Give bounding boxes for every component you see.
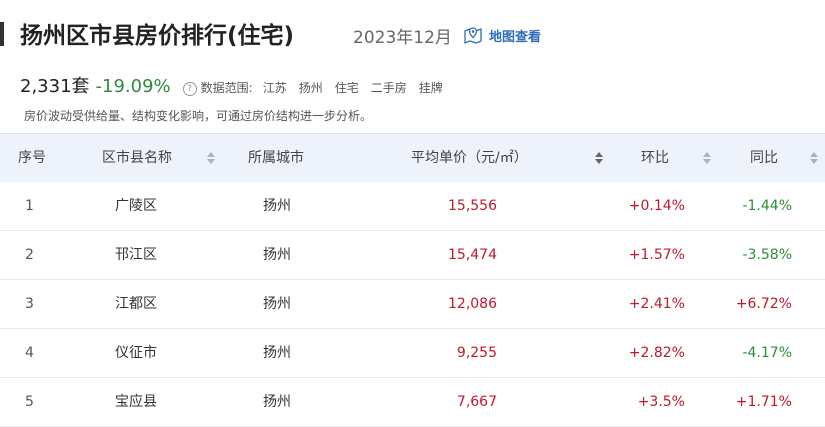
- scope-property-type: 住宅: [334, 81, 359, 95]
- city-name: 扬州: [263, 345, 291, 361]
- yoy-change: +1.71%: [735, 394, 792, 410]
- map-view-link[interactable]: 地图查看: [463, 25, 541, 45]
- ranking-table: 序号 区市县名称 所属城市 平均单价（元/㎡） 环比 同比 1 广陵区 扬州 1…: [0, 133, 825, 427]
- mom-change: +1.57%: [628, 247, 685, 263]
- scope-province: 江苏: [262, 81, 287, 95]
- city-name: 扬州: [263, 394, 291, 410]
- city-name: 扬州: [263, 296, 291, 312]
- mom-change: +2.82%: [628, 345, 685, 361]
- price-note: 房价波动受供给量、结构变化影响，可通过房价结构进一步分析。: [24, 109, 373, 123]
- avg-price: 15,474: [448, 247, 497, 263]
- listing-change: -19.09%: [95, 76, 171, 97]
- column-header-name[interactable]: 区市县名称: [102, 134, 172, 182]
- row-index: 1: [25, 198, 34, 214]
- column-header-index: 序号: [18, 150, 46, 166]
- row-index: 4: [25, 345, 34, 361]
- map-view-label: 地图查看: [489, 29, 542, 45]
- row-index: 2: [25, 247, 34, 263]
- listing-count: 2,331套: [20, 76, 90, 97]
- yoy-change: -1.44%: [742, 198, 792, 214]
- city-name: 扬州: [263, 198, 291, 214]
- table-row[interactable]: 1 广陵区 扬州 15,556 +0.14% -1.44%: [0, 182, 825, 231]
- map-pin-icon: [464, 27, 482, 44]
- sort-yoy-icon[interactable]: [810, 152, 818, 164]
- column-header-price[interactable]: 平均单价（元/㎡）: [411, 134, 528, 182]
- table-row[interactable]: 4 仪征市 扬州 9,255 +2.82% -4.17%: [0, 329, 825, 378]
- scope-market: 二手房: [370, 81, 407, 95]
- avg-price: 12,086: [448, 296, 497, 312]
- report-date: 2023年12月: [353, 28, 452, 48]
- mom-change: +0.14%: [628, 198, 685, 214]
- table-row[interactable]: 5 宝应县 扬州 7,667 +3.5% +1.71%: [0, 378, 825, 427]
- mom-change: +2.41%: [628, 296, 685, 312]
- scope-price-type: 挂牌: [418, 81, 443, 95]
- avg-price: 15,556: [448, 198, 497, 214]
- sort-price-icon[interactable]: [595, 152, 603, 164]
- district-name[interactable]: 邗江区: [115, 231, 157, 279]
- sort-name-icon[interactable]: [207, 152, 215, 164]
- district-name[interactable]: 宝应县: [115, 378, 157, 426]
- district-name[interactable]: 江都区: [115, 280, 157, 328]
- listing-stats: 2,331套 -19.09% ? 数据范围: 江苏 扬州 住宅 二手房 挂牌: [20, 72, 443, 98]
- column-header-city: 所属城市: [248, 150, 304, 166]
- column-header-mom[interactable]: 环比: [641, 134, 669, 182]
- help-icon[interactable]: ?: [182, 82, 197, 96]
- yoy-change: -3.58%: [742, 247, 792, 263]
- scope-label: 数据范围:: [200, 81, 253, 95]
- title-accent-bar: [0, 22, 4, 46]
- avg-price: 7,667: [456, 394, 497, 410]
- yoy-change: -4.17%: [742, 345, 792, 361]
- district-name[interactable]: 仪征市: [115, 329, 157, 377]
- row-index: 5: [25, 394, 34, 410]
- table-header: 序号 区市县名称 所属城市 平均单价（元/㎡） 环比 同比: [0, 133, 825, 182]
- yoy-change: +6.72%: [735, 296, 792, 312]
- title-bar: 扬州区市县房价排行(住宅) 2023年12月 地图查看: [0, 0, 825, 66]
- page-title: 扬州区市县房价排行(住宅): [20, 23, 295, 49]
- district-name[interactable]: 广陵区: [115, 182, 157, 230]
- mom-change: +3.5%: [637, 394, 685, 410]
- row-index: 3: [25, 296, 34, 312]
- column-header-yoy[interactable]: 同比: [750, 134, 778, 182]
- sort-mom-icon[interactable]: [703, 152, 711, 164]
- avg-price: 9,255: [456, 345, 497, 361]
- table-row[interactable]: 3 江都区 扬州 12,086 +2.41% +6.72%: [0, 280, 825, 329]
- table-row[interactable]: 2 邗江区 扬州 15,474 +1.57% -3.58%: [0, 231, 825, 280]
- city-name: 扬州: [263, 247, 291, 263]
- scope-city: 扬州: [298, 81, 323, 95]
